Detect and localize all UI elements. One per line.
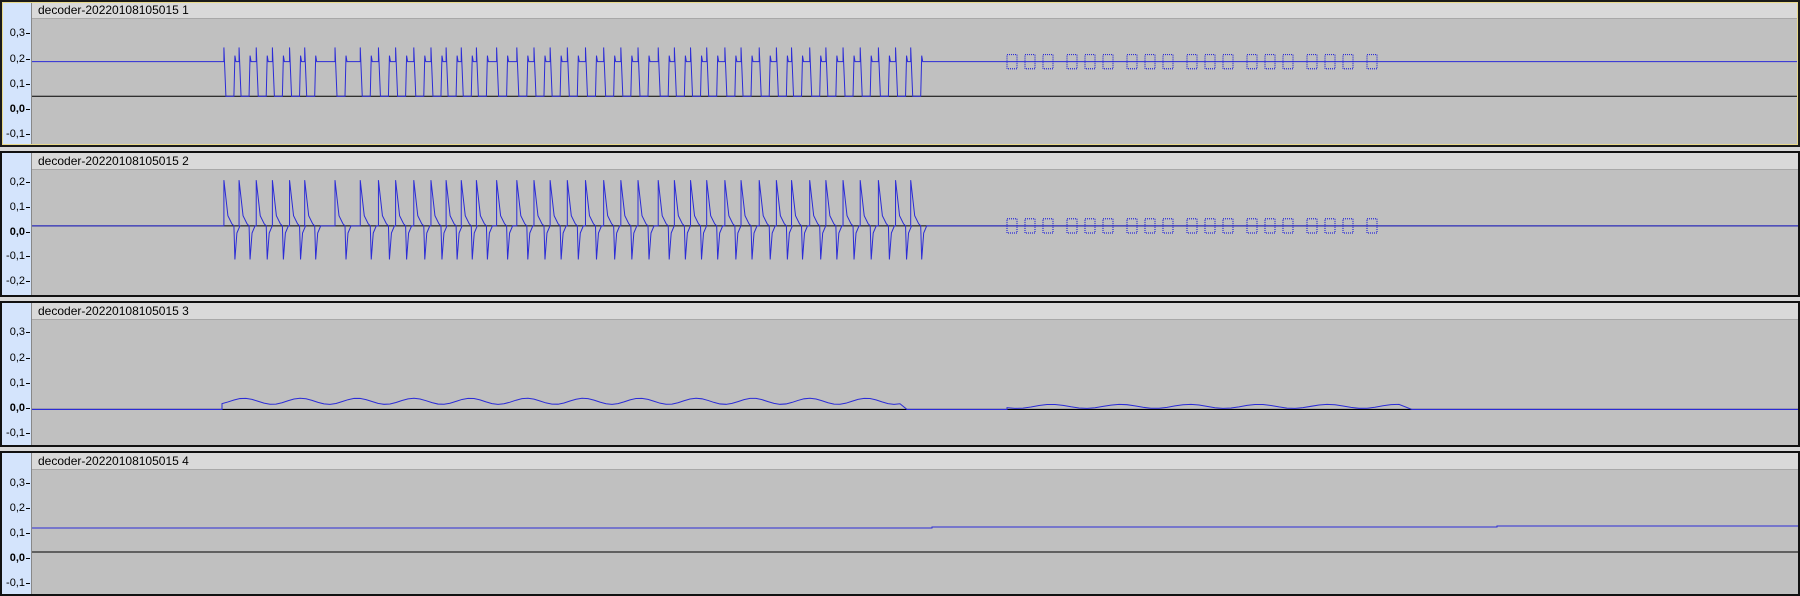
track-border: [0, 451, 1800, 596]
track-border: [0, 301, 1800, 447]
track-border: [0, 151, 1800, 297]
track-1[interactable]: decoder-20220108105015 1 0,3 0,2 0,1 0,0…: [0, 0, 1800, 147]
track-3[interactable]: decoder-20220108105015 3 0,3 0,2 0,1 0,0…: [0, 301, 1800, 447]
track-2[interactable]: decoder-20220108105015 2 0,2 0,1 0,0 -0,…: [0, 151, 1800, 297]
track-border: [0, 0, 1800, 147]
track-4[interactable]: decoder-20220108105015 4 0,3 0,2 0,1 0,0…: [0, 451, 1800, 596]
